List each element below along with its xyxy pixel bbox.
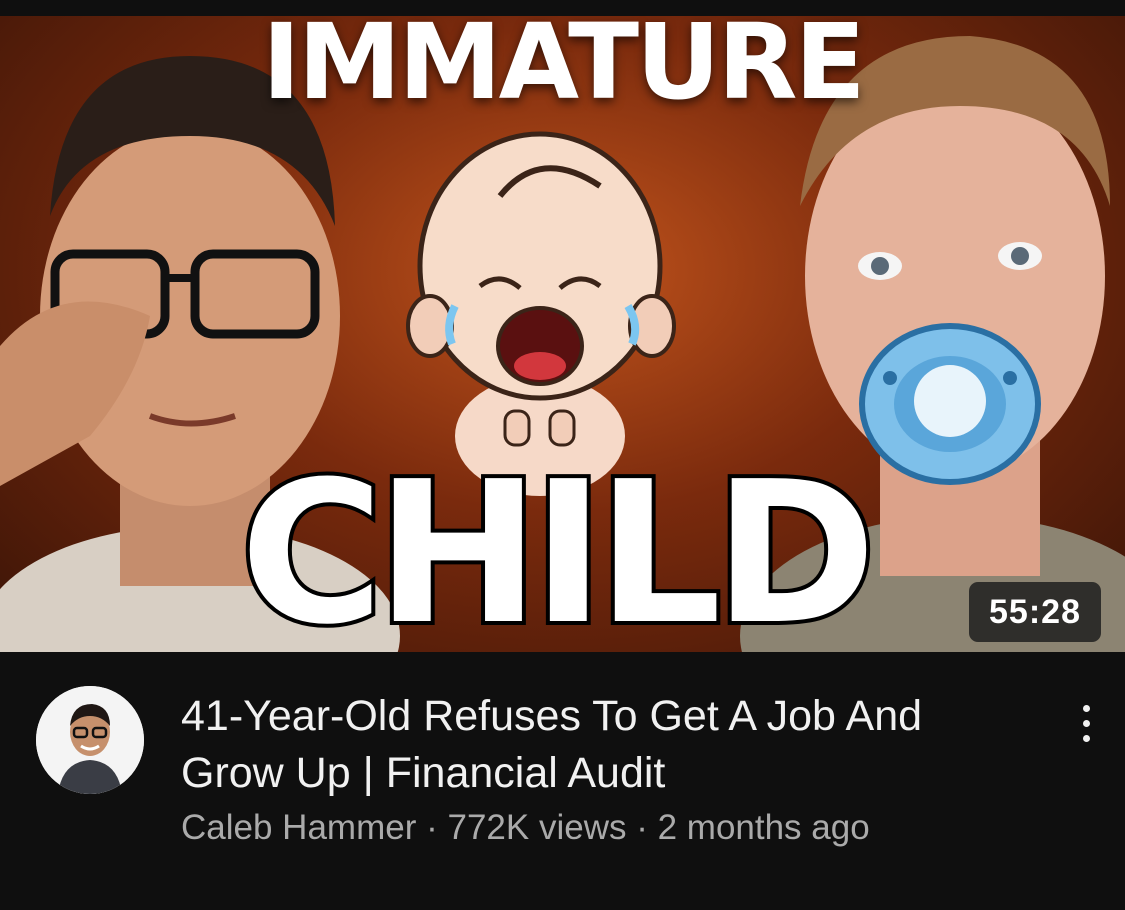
video-title[interactable]: 41-Year-Old Refuses To Get A Job And Gro… — [181, 688, 1031, 802]
upload-age: 2 months ago — [657, 808, 870, 847]
meta-separator: · — [636, 808, 648, 847]
duration-badge: 55:28 — [969, 582, 1101, 642]
video-subtitle: Caleb Hammer · 772K views · 2 months ago — [181, 808, 870, 848]
avatar-person-icon — [36, 686, 144, 794]
pacifier-illustration — [859, 323, 1041, 485]
video-meta: 41-Year-Old Refuses To Get A Job And Gro… — [0, 652, 1125, 910]
dot — [1082, 704, 1090, 712]
thumbnail-overlay-main-text: CHILD — [236, 440, 880, 652]
thumbnail-overlay-top-text: IMMATURE — [262, 16, 866, 123]
dot — [1082, 734, 1090, 742]
more-vert-icon[interactable] — [1066, 696, 1106, 750]
view-count: 772K views — [447, 808, 627, 847]
meta-separator: · — [426, 808, 438, 847]
dot — [1082, 719, 1090, 727]
channel-name[interactable]: Caleb Hammer — [181, 808, 416, 847]
channel-avatar[interactable] — [36, 686, 144, 794]
video-thumbnail[interactable]: IMMATURE CHILD 55:28 — [0, 16, 1125, 652]
top-strip — [0, 0, 1125, 16]
